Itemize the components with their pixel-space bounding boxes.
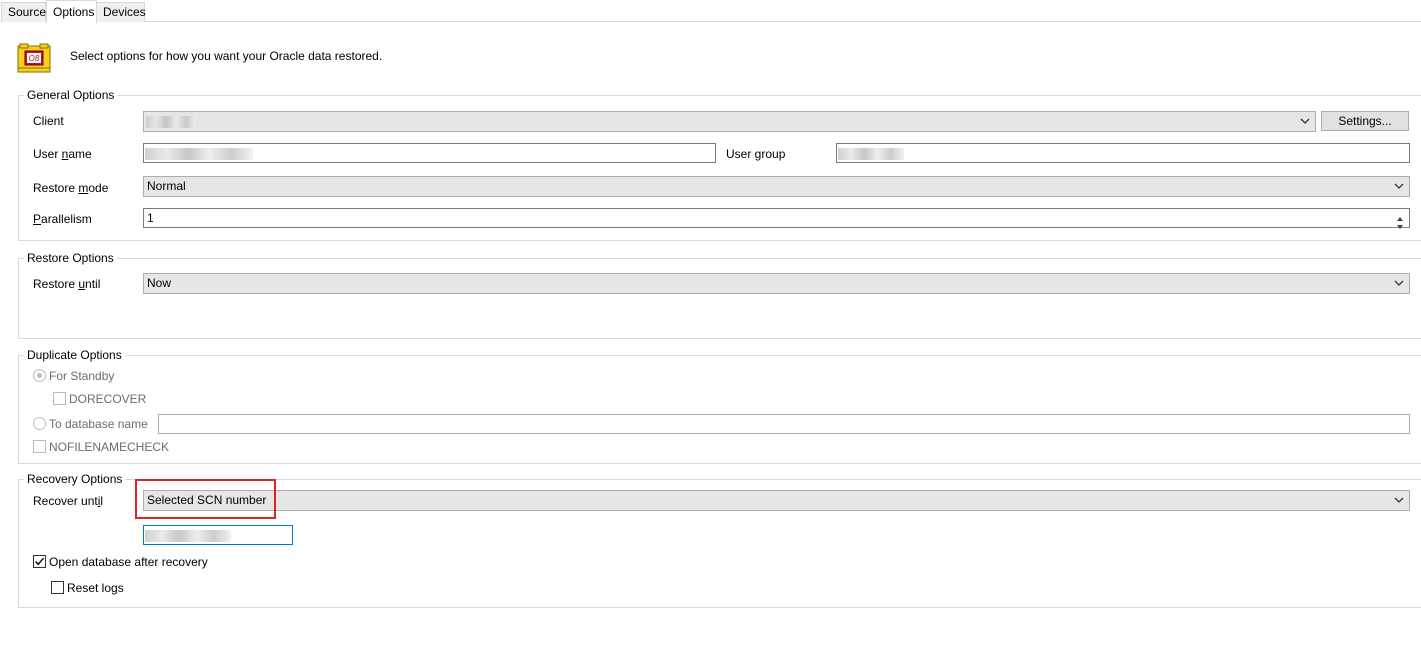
tab-options-label: Options	[53, 5, 95, 19]
highlight-annotation-box	[135, 479, 276, 519]
to-database-input[interactable]	[158, 414, 1410, 434]
tab-devices-label: Devices	[103, 5, 146, 19]
tab-options[interactable]: Options	[46, 0, 97, 23]
parallelism-label: Parallelism	[33, 212, 92, 226]
restore-mode-dropdown[interactable]: Normal	[143, 176, 1410, 197]
parallelism-spin-buttons[interactable]	[1393, 210, 1407, 229]
restore-mode-value: Normal	[147, 179, 186, 193]
duplicate-options-group	[18, 355, 1421, 464]
chevron-down-icon	[1300, 118, 1310, 124]
restore-options-legend: Restore Options	[24, 251, 117, 265]
restore-until-label: Restore until	[33, 277, 101, 291]
general-options-legend: General Options	[24, 88, 118, 102]
chevron-down-icon	[1394, 280, 1404, 286]
tab-devices[interactable]: Devices	[96, 2, 146, 22]
nofilenamecheck-checkbox[interactable]	[33, 440, 46, 453]
recovery-options-legend: Recovery Options	[24, 472, 126, 486]
open-database-label: Open database after recovery	[49, 555, 208, 569]
restore-options-group	[18, 258, 1421, 339]
tab-source[interactable]: Source	[1, 2, 46, 22]
dorecover-checkbox[interactable]	[53, 392, 66, 405]
open-database-checkbox[interactable]	[33, 555, 46, 568]
redacted-client-value	[146, 116, 196, 128]
parallelism-value: 1	[147, 211, 154, 225]
recover-until-dropdown[interactable]: Selected SCN number	[143, 490, 1410, 511]
to-database-label: To database name	[49, 417, 148, 431]
redacted-scn-value	[145, 530, 231, 542]
header-description: Select options for how you want your Ora…	[70, 49, 383, 63]
redacted-user-group	[838, 148, 904, 160]
oracle-database-icon: O8	[17, 43, 51, 73]
for-standby-radio[interactable]	[33, 369, 46, 382]
restore-mode-label: Restore mode	[33, 181, 109, 195]
settings-button[interactable]: Settings...	[1321, 111, 1409, 131]
user-group-label: User group	[726, 147, 786, 161]
restore-until-dropdown[interactable]: Now	[143, 273, 1410, 294]
duplicate-options-legend: Duplicate Options	[24, 348, 125, 362]
spin-up-icon[interactable]	[1393, 210, 1407, 221]
redacted-user-name	[145, 148, 253, 160]
nofilenamecheck-label: NOFILENAMECHECK	[49, 440, 170, 454]
dorecover-label: DORECOVER	[69, 392, 147, 406]
spin-down-icon[interactable]	[1393, 218, 1407, 229]
to-database-radio[interactable]	[33, 417, 46, 430]
checkmark-icon	[34, 557, 45, 566]
restore-until-value: Now	[147, 276, 172, 290]
recover-until-label: Recover until	[33, 494, 104, 508]
client-dropdown[interactable]	[143, 111, 1316, 132]
svg-text:O8: O8	[29, 54, 40, 63]
scn-number-input[interactable]	[143, 525, 293, 545]
user-group-input[interactable]	[836, 143, 1410, 163]
chevron-down-icon	[1394, 497, 1404, 503]
tab-strip: Source Options Devices	[0, 0, 1421, 23]
chevron-down-icon	[1394, 183, 1404, 189]
parallelism-stepper[interactable]: 1	[143, 208, 1410, 229]
tab-source-label: Source	[8, 5, 47, 19]
user-name-label: User name	[33, 147, 92, 161]
user-name-input[interactable]	[143, 143, 716, 163]
reset-logs-label: Reset logs	[67, 581, 124, 595]
for-standby-label: For Standby	[49, 369, 115, 383]
reset-logs-checkbox[interactable]	[51, 581, 64, 594]
client-label: Client	[33, 114, 64, 128]
